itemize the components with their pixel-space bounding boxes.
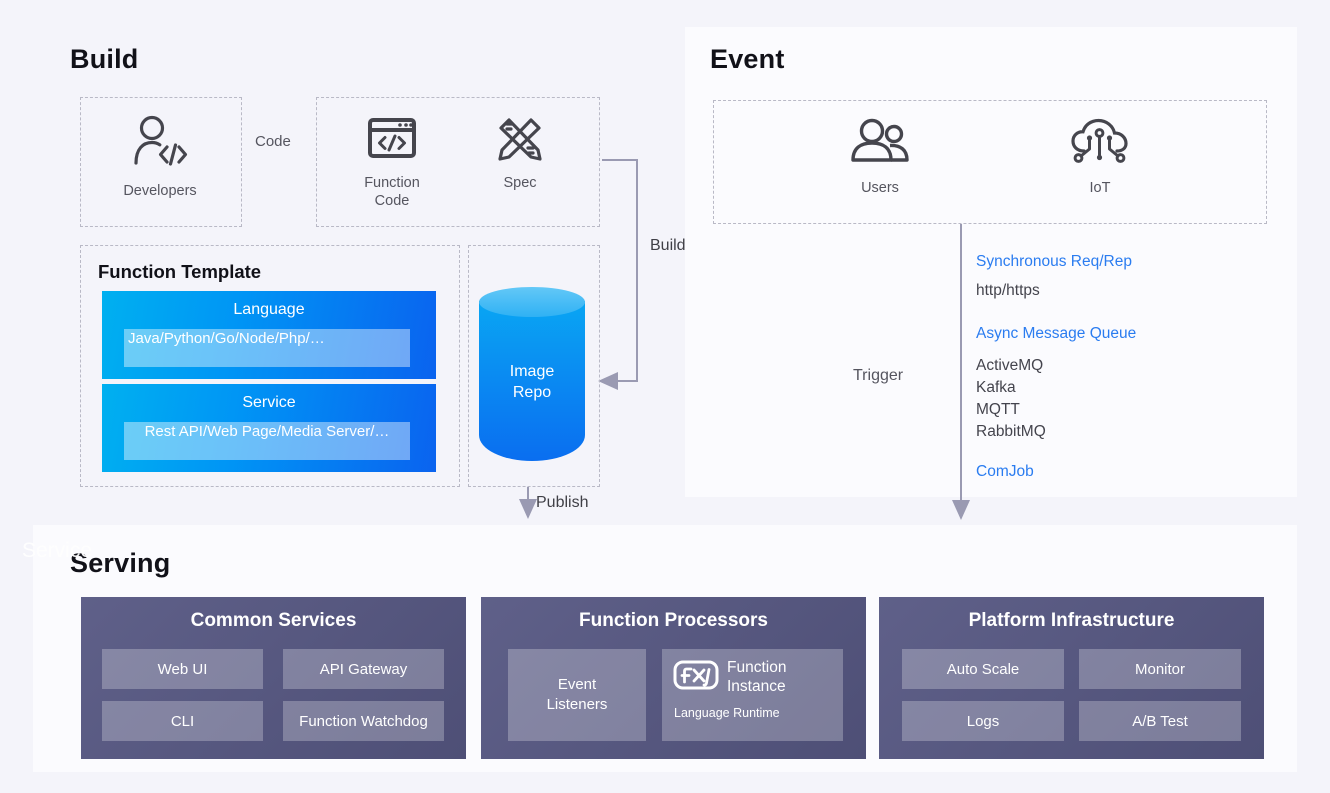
platform-infrastructure-title: Platform Infrastructure [968,610,1175,631]
event-group-comjob-title[interactable]: ComJob [976,463,1034,481]
event-group-async-title[interactable]: Async Message Queue [976,325,1136,343]
chip-logs[interactable]: Logs [902,701,1064,741]
image-repo-cylinder[interactable]: Image Repo [479,287,585,475]
image-repo-label-line1: Image [509,363,555,380]
developers-label: Developers [123,183,197,199]
chip-function-instance[interactable]: Function Instance Language Runtime [662,649,843,741]
chip-cli[interactable]: CLI [102,701,263,741]
image-repo-label: Image Repo [479,361,585,403]
template-card-service-header: Service [242,394,296,411]
code-window-icon [340,115,444,166]
event-group-async-item-1: Kafka [976,379,1016,396]
function-instance-line2: Instance [727,678,786,695]
event-group-sync-item-0: http/https [976,282,1040,299]
spec-label: Spec [503,175,537,191]
template-card-language[interactable]: Language Java/Python/Go/Node/Php/… [102,291,436,379]
template-card-service-body: Rest API/Web Page/Media Server/… [124,422,410,460]
function-code-tile[interactable]: Function Code [340,115,444,210]
users-label: Users [861,180,899,196]
developer-code-icon [100,115,220,174]
iot-tile[interactable]: IoT [1040,118,1160,197]
chip-event-listeners[interactable]: Event Listeners [508,649,646,741]
common-services-title: Common Services [190,610,357,631]
publish-wire-label: Publish [536,494,589,511]
iot-label: IoT [1089,180,1111,196]
event-group-async-item-2: MQTT [976,401,1020,418]
language-runtime-label: Language Runtime [674,706,780,720]
event-listeners-line2: Listeners [546,696,608,713]
function-code-label-line1: Function [364,175,420,191]
trigger-wire-label: Trigger [853,367,904,384]
event-group-async-item-3: RabbitMQ [976,423,1046,440]
template-card-language-body: Java/Python/Go/Node/Php/… [124,329,410,367]
serving-panel-common-services: Common Services Web UI API Gateway CLI F… [81,597,466,759]
chip-ab-test[interactable]: A/B Test [1079,701,1241,741]
template-card-language-header: Language [233,301,305,318]
users-icon [820,118,940,171]
function-template-title: Function Template [98,261,262,282]
chip-web-ui[interactable]: Web UI [102,649,263,689]
image-repo-label-line2: Repo [512,384,552,401]
build-section-title: Build [70,44,139,74]
users-tile[interactable]: Users [820,118,940,197]
build-wire-label: Build [650,237,686,254]
fx-icon [673,659,719,695]
chip-api-gateway[interactable]: API Gateway [283,649,444,689]
serving-panel-platform-infrastructure: Platform Infrastructure Auto Scale Monit… [879,597,1264,759]
serving-panel-function-processors: Function Processors Event Listeners Func… [481,597,866,759]
event-group-async-item-0: ActiveMQ [976,357,1044,374]
template-card-service[interactable]: Service Rest API/Web Page/Media Server/… [102,384,436,472]
iot-cloud-icon [1040,118,1160,171]
event-sources-box [713,100,1267,224]
event-section-title: Event [710,44,785,74]
code-edge-label: Code [255,133,291,150]
serving-section-title: Serving [70,548,171,578]
event-listeners-line1: Event [557,676,597,693]
event-group-async-items: ActiveMQ Kafka MQTT RabbitMQ [976,355,1046,443]
function-instance-line1: Function [727,659,787,676]
event-group-sync-title[interactable]: Synchronous Req/Rep [976,253,1132,271]
function-code-label: Function Code [340,174,444,210]
chip-function-watchdog[interactable]: Function Watchdog [283,701,444,741]
chip-auto-scale[interactable]: Auto Scale [902,649,1064,689]
pencil-ruler-icon [468,115,572,166]
developers-tile[interactable]: Developers [100,115,220,200]
function-instance-label: Function Instance [727,658,786,696]
spec-tile[interactable]: Spec [468,115,572,192]
function-code-label-line2: Code [374,193,410,209]
chip-monitor[interactable]: Monitor [1079,649,1241,689]
cylinder-top [479,287,585,317]
function-processors-title: Function Processors [579,610,768,631]
